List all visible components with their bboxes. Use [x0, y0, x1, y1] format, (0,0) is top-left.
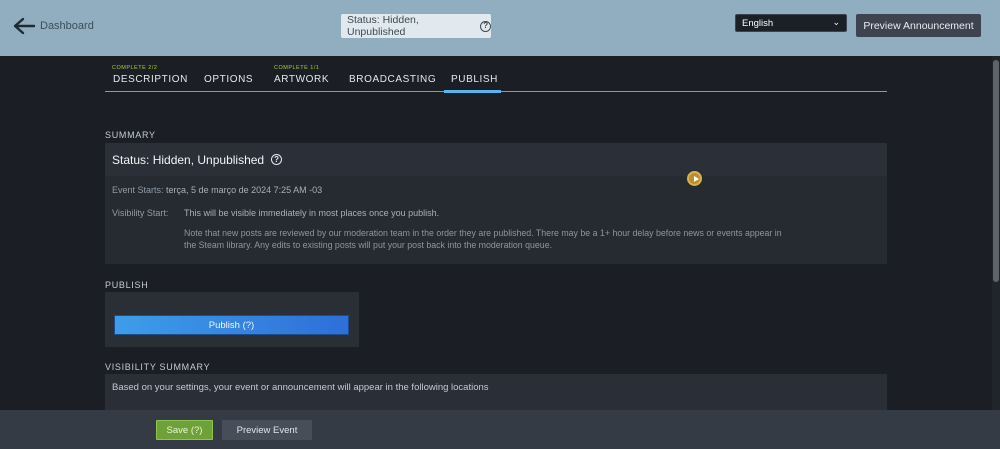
save-button[interactable]: Save (?) [156, 420, 213, 440]
help-icon[interactable]: ? [480, 20, 491, 32]
chevron-down-icon: ⌄ [832, 17, 840, 27]
preview-event-button[interactable]: Preview Event [222, 420, 312, 440]
moderation-note: Note that new posts are reviewed by our … [184, 228, 782, 250]
summary-heading: SUMMARY [105, 130, 156, 140]
tab-bar: COMPLETE 2/2 DESCRIPTION OPTIONS COMPLET… [105, 56, 887, 93]
footer-bar [0, 410, 1000, 449]
cursor-icon [687, 171, 702, 186]
active-tab-indicator [444, 90, 501, 93]
tab-status: COMPLETE 2/2 [112, 65, 158, 71]
status-chip: Status: Hidden, Unpublished ? [341, 14, 491, 38]
preview-announcement-button[interactable]: Preview Announcement [856, 14, 981, 37]
tab-label: BROADCASTING [349, 74, 437, 85]
summary-status: Status: Hidden, Unpublished ? [105, 143, 887, 176]
tab-label: ARTWORK [274, 74, 330, 85]
visibility-summary-text: Based on your settings, your event or an… [112, 382, 489, 393]
back-to-dashboard[interactable]: Dashboard [12, 16, 94, 36]
visibility-summary-panel: Based on your settings, your event or an… [105, 374, 887, 414]
top-bar [0, 0, 1000, 56]
status-chip-label: Status: Hidden, Unpublished [347, 14, 419, 38]
tab-description[interactable]: COMPLETE 2/2 DESCRIPTION [105, 56, 190, 92]
event-starts-label: Event Starts: [112, 185, 164, 195]
tab-publish[interactable]: PUBLISH [444, 56, 501, 93]
tab-artwork[interactable]: COMPLETE 1/1 ARTWORK [267, 56, 332, 92]
language-select[interactable]: English ⌄ [735, 14, 847, 32]
tab-status: COMPLETE 1/1 [274, 65, 320, 71]
language-value: English [742, 17, 774, 29]
tab-label: OPTIONS [204, 74, 254, 85]
tab-broadcasting[interactable]: BROADCASTING [342, 56, 436, 92]
visibility-start-value: This will be visible immediately in most… [184, 208, 440, 218]
tab-label: PUBLISH [451, 74, 498, 85]
arrow-left-icon [13, 17, 36, 35]
tab-label: DESCRIPTION [113, 74, 188, 85]
summary-status-label: Status: Hidden, Unpublished [112, 152, 265, 167]
back-label: Dashboard [40, 20, 94, 32]
event-starts-value: terça, 5 de março de 2024 7:25 AM -03 [166, 185, 323, 195]
tab-options[interactable]: OPTIONS [197, 56, 257, 92]
publish-button[interactable]: Publish (?) [114, 315, 349, 335]
visibility-summary-heading: VISIBILITY SUMMARY [105, 362, 211, 372]
publish-heading: PUBLISH [105, 280, 149, 290]
visibility-start-label: Visibility Start: [112, 208, 169, 218]
help-icon[interactable]: ? [271, 154, 283, 165]
event-starts-row: Event Starts: terça, 5 de março de 2024 … [112, 185, 322, 195]
scrollbar-thumb[interactable] [993, 60, 999, 282]
